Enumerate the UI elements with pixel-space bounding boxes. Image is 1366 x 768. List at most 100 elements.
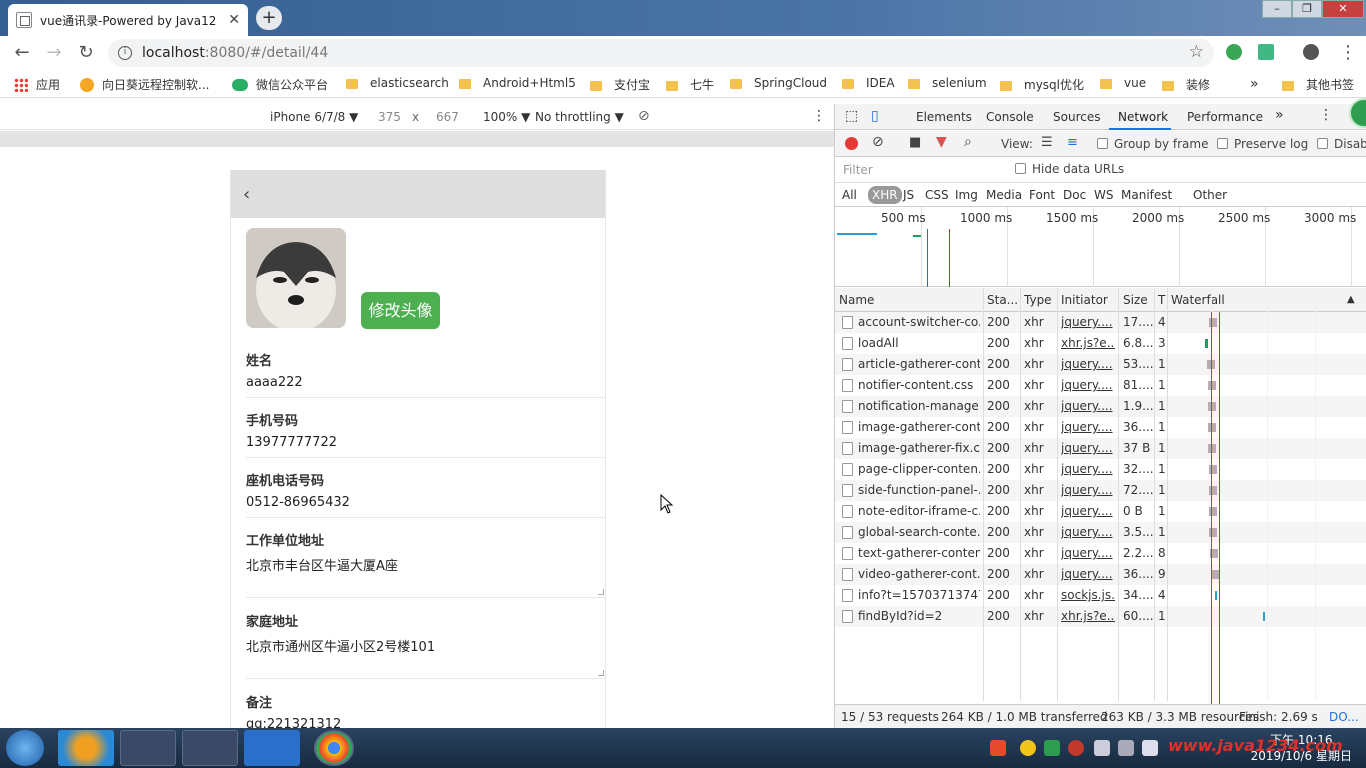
record-icon[interactable] <box>845 137 858 150</box>
address-bar[interactable]: i localhost:8080/#/detail/44 ☆ <box>108 39 1214 67</box>
bookmark-folder-mysql[interactable]: mysql优化 <box>1000 76 1084 93</box>
cell-initiator[interactable]: jquery.... <box>1061 441 1115 455</box>
cell-name[interactable]: page-clipper-conten... <box>858 462 980 476</box>
bookmark-folder-alipay[interactable]: 支付宝 <box>590 76 650 93</box>
table-row[interactable]: image-gatherer-cont... 200 xhr jquery.... 36… <box>835 417 1366 438</box>
table-row[interactable]: notification-manage... 200 xhr jquery.... 1.… <box>835 396 1366 417</box>
cell-name[interactable]: text-gatherer-conten... <box>858 546 980 560</box>
large-rows-icon[interactable]: ☰ <box>1041 135 1053 150</box>
webstorm-icon[interactable] <box>182 730 238 766</box>
table-row[interactable]: info?t=15703713747... 200 xhr sockjs.js... 3… <box>835 585 1366 606</box>
cell-initiator[interactable]: jquery.... <box>1061 525 1115 539</box>
overview-icon[interactable]: ≡ <box>1067 135 1078 150</box>
table-row[interactable]: notifier-content.css 200 xhr jquery.... 81..… <box>835 375 1366 396</box>
taskbar-app-icon[interactable] <box>58 730 114 766</box>
search-icon[interactable]: ⌕ <box>964 134 972 150</box>
windows-start-button[interactable] <box>6 730 44 766</box>
rotate-icon[interactable]: ⊘ <box>638 108 650 124</box>
device-select[interactable]: iPhone 6/7/8 ▼ <box>270 110 358 124</box>
clear-icon[interactable]: ⊘ <box>872 134 884 150</box>
bookmark-folder-springcloud[interactable]: SpringCloud <box>730 76 827 90</box>
tab-close-icon[interactable]: ✕ <box>228 12 240 28</box>
sort-ascending-icon[interactable]: ▲ <box>1347 294 1355 305</box>
filter-input[interactable]: Filter <box>839 161 1003 179</box>
type-filter-media[interactable]: Media <box>986 188 1022 202</box>
table-row[interactable]: loadAll 200 xhr xhr.js?e... 6.8.... 3 <box>835 333 1366 354</box>
cell-name[interactable]: notification-manage... <box>858 399 980 413</box>
cell-initiator[interactable]: jquery.... <box>1061 567 1115 581</box>
cell-name[interactable]: info?t=15703713747... <box>858 588 980 602</box>
bookmark-folder-idea[interactable]: IDEA <box>842 76 895 90</box>
type-filter-manifest[interactable]: Manifest <box>1121 188 1172 202</box>
cell-initiator[interactable]: jquery.... <box>1061 378 1115 392</box>
cell-name[interactable]: notifier-content.css <box>858 378 980 392</box>
textarea-resize-grip[interactable] <box>598 589 604 595</box>
type-filter-font[interactable]: Font <box>1029 188 1055 202</box>
cell-name[interactable]: image-gatherer-cont... <box>858 420 980 434</box>
site-info-icon[interactable]: i <box>118 46 132 60</box>
type-filter-js[interactable]: JS <box>903 188 914 202</box>
device-width-input[interactable]: 375 <box>378 110 401 124</box>
forward-arrow-icon[interactable]: → <box>42 41 66 65</box>
field-landline[interactable]: 座机电话号码 0512-86965432 <box>246 470 605 518</box>
profile-avatar-icon[interactable] <box>1303 44 1319 60</box>
bookmark-folder-elasticsearch[interactable]: elasticsearch <box>346 76 449 90</box>
cell-initiator[interactable]: jquery.... <box>1061 399 1115 413</box>
cell-initiator[interactable]: jquery.... <box>1061 462 1115 476</box>
intellij-idea-icon[interactable] <box>120 730 176 766</box>
type-filter-ws[interactable]: WS <box>1094 188 1113 202</box>
table-row[interactable]: note-editor-iframe-c... 200 xhr jquery.... 0… <box>835 501 1366 522</box>
zoom-select[interactable]: 100% ▼ <box>483 110 530 124</box>
field-value[interactable]: 0512-86965432 <box>246 495 605 510</box>
cell-initiator[interactable]: jquery.... <box>1061 504 1115 518</box>
table-row[interactable]: global-search-conte... 200 xhr jquery.... 3.… <box>835 522 1366 543</box>
tray-display-icon[interactable] <box>1142 740 1158 756</box>
column-status[interactable]: Sta... <box>987 293 1018 307</box>
bookmark-folder-selenium[interactable]: selenium <box>908 76 987 90</box>
wps-writer-icon[interactable] <box>244 730 300 766</box>
field-value[interactable]: 北京市丰台区牛逼大厦A座 <box>246 555 605 574</box>
capture-screenshots-icon[interactable]: ■ <box>909 135 921 150</box>
field-work-address[interactable]: 工作单位地址 北京市丰台区牛逼大厦A座 <box>246 530 605 598</box>
cell-name[interactable]: findById?id=2 <box>858 609 980 623</box>
type-filter-css[interactable]: CSS <box>925 188 949 202</box>
tab-elements[interactable]: Elements <box>916 110 972 124</box>
other-bookmarks-folder[interactable]: 其他书签 <box>1282 76 1354 93</box>
throttle-select[interactable]: No throttling ▼ <box>535 110 624 124</box>
filter-funnel-icon[interactable]: ▼ <box>936 134 947 150</box>
field-home-address[interactable]: 家庭地址 北京市通州区牛逼小区2号楼101 <box>246 611 605 679</box>
device-toggle-icon[interactable]: ▯ <box>871 108 879 124</box>
tab-console[interactable]: Console <box>986 110 1034 124</box>
type-filter-doc[interactable]: Doc <box>1063 188 1086 202</box>
table-row[interactable]: text-gatherer-conten... 200 xhr jquery.... 2… <box>835 543 1366 564</box>
reload-icon[interactable]: ↻ <box>74 41 98 65</box>
back-arrow-icon[interactable]: ← <box>10 41 34 65</box>
inspect-element-icon[interactable]: ⬚ <box>845 108 858 124</box>
column-time[interactable]: T <box>1158 293 1165 307</box>
devtools-menu-icon[interactable]: ⋮ <box>1319 107 1333 123</box>
window-close-button[interactable]: ✕ <box>1322 0 1364 18</box>
type-filter-all[interactable]: All <box>842 188 857 202</box>
bookmark-star-icon[interactable]: ☆ <box>1189 42 1204 62</box>
more-tabs-button[interactable]: » <box>1275 107 1284 123</box>
field-mobile[interactable]: 手机号码 13977777722 <box>246 410 605 458</box>
tray-shield-icon[interactable] <box>1044 740 1060 756</box>
change-avatar-button[interactable]: 修改头像 <box>361 292 440 329</box>
cell-name[interactable]: side-function-panel-... <box>858 483 980 497</box>
column-name[interactable]: Name <box>839 293 874 307</box>
bookmark-folder-qiniu[interactable]: 七牛 <box>666 76 714 93</box>
bookmark-apps[interactable]: 应用 <box>14 76 60 93</box>
field-name[interactable]: 姓名 aaaa222 <box>246 350 605 398</box>
table-row[interactable]: account-switcher-co... 200 xhr jquery.... 17… <box>835 312 1366 333</box>
device-options-icon[interactable]: ⋮ <box>812 108 826 124</box>
cell-initiator[interactable]: jquery.... <box>1061 315 1115 329</box>
bookmark-sunlogin[interactable]: 向日葵远程控制软... <box>80 76 209 93</box>
window-minimize-button[interactable]: – <box>1262 0 1292 18</box>
tab-performance[interactable]: Performance <box>1187 110 1263 124</box>
table-row[interactable]: side-function-panel-... 200 xhr jquery.... 7… <box>835 480 1366 501</box>
window-maximize-button[interactable]: ❐ <box>1292 0 1322 18</box>
tray-add-icon[interactable] <box>1020 740 1036 756</box>
field-value[interactable]: 13977777722 <box>246 435 605 450</box>
tab-sources[interactable]: Sources <box>1053 110 1100 124</box>
table-row[interactable]: findById?id=2 200 xhr xhr.js?e... 60.... 1 <box>835 606 1366 627</box>
